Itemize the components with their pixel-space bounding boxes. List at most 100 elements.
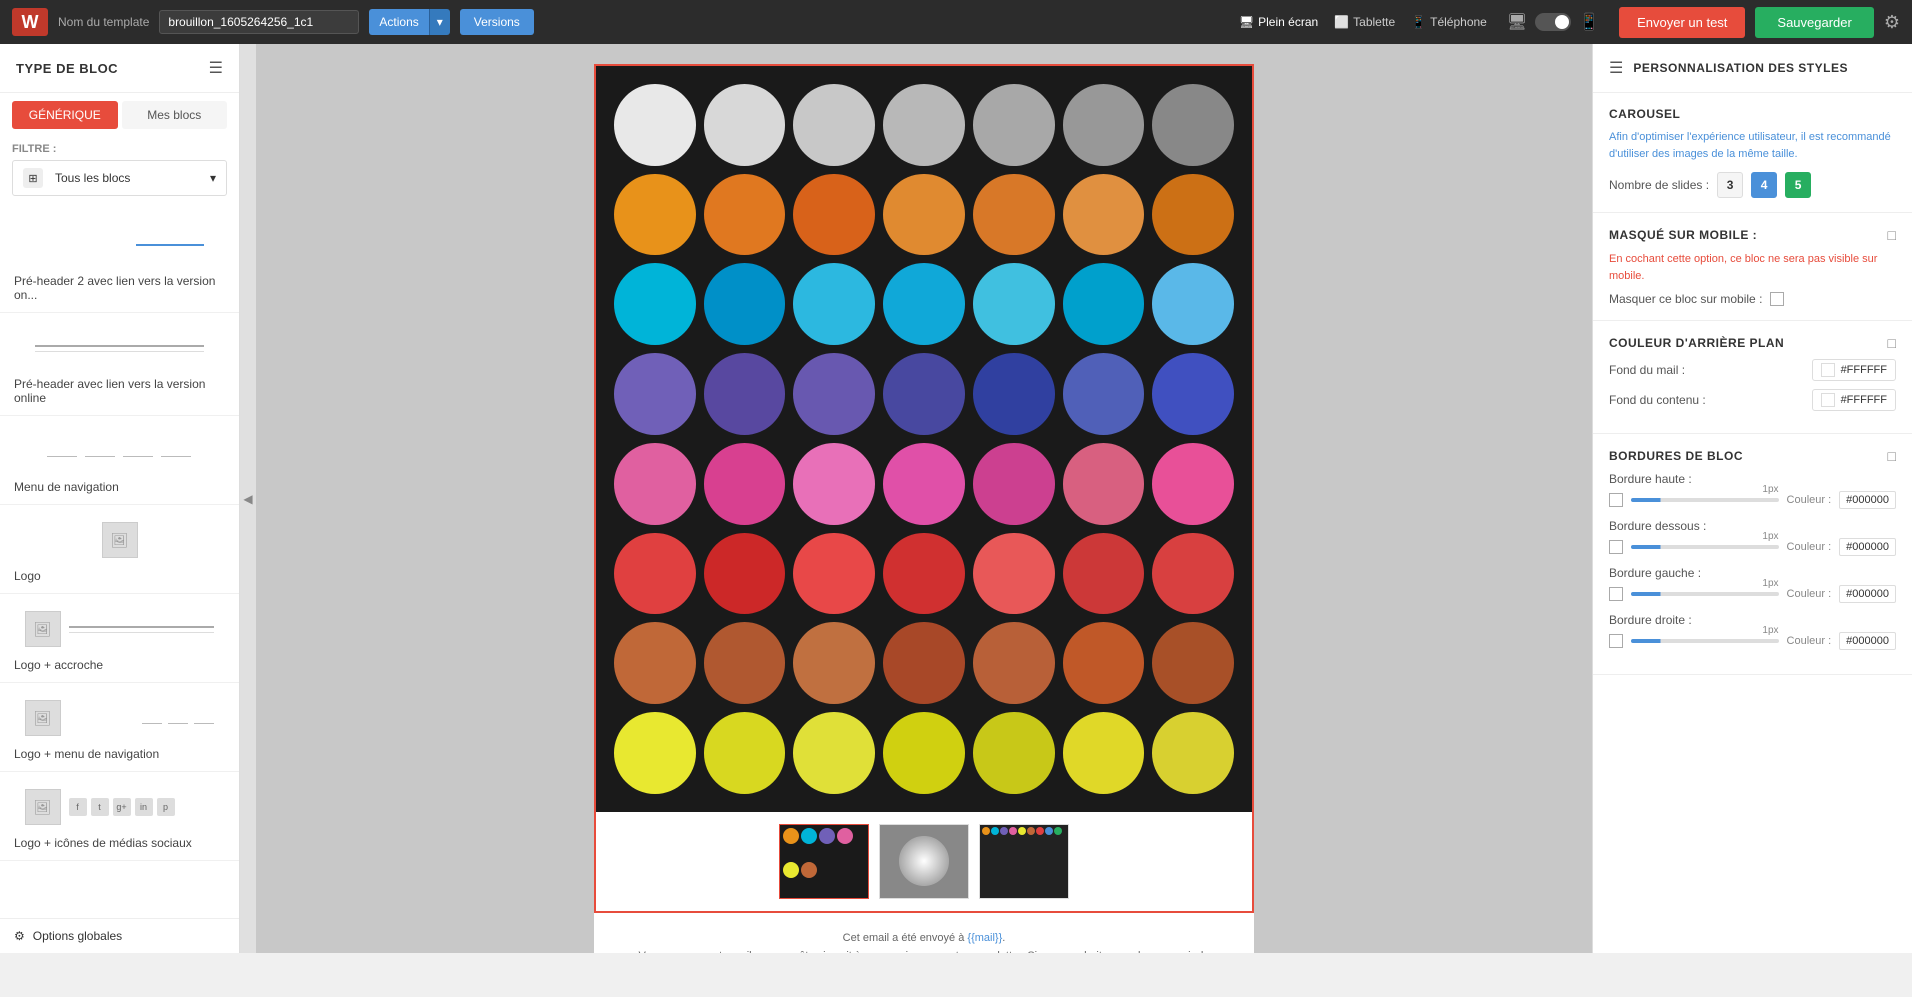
email-canvas: Cet email a été envoyé à {{mail}}. Vous …	[594, 64, 1254, 953]
bordure-droite-checkbox[interactable]	[1609, 634, 1623, 648]
social-icon-i: in	[135, 798, 153, 816]
masque-mobile-collapse-icon[interactable]: □	[1888, 227, 1896, 243]
bordure-gauche-checkbox[interactable]	[1609, 587, 1623, 601]
list-item[interactable]: 🖼 Logo + menu de navigation	[0, 683, 239, 772]
right-sidebar-menu-icon[interactable]: ☰	[1609, 58, 1623, 78]
canvas-area: Cet email a été envoyé à {{mail}}. Vous …	[256, 44, 1592, 953]
block-preview: 🖼 f t g+ in p	[14, 782, 225, 832]
masque-mobile-checkbox[interactable]	[1770, 292, 1784, 306]
bordure-haute-checkbox[interactable]	[1609, 493, 1623, 507]
carousel-section-title: CAROUSEL	[1609, 107, 1680, 121]
tablet-icon: ⬜	[1334, 15, 1349, 29]
block-preview: 🖼	[14, 604, 225, 654]
list-item[interactable]: 🖼 f t g+ in p Logo + icônes de médias so…	[0, 772, 239, 861]
preview-img-icon: 🖼	[25, 611, 61, 647]
bordure-dessous-couleur-label: Couleur :	[1787, 541, 1832, 553]
bordure-gauche-value: 1px	[1762, 578, 1778, 589]
actions-button[interactable]: Actions	[369, 9, 428, 35]
footer-mail-link[interactable]: {{mail}}	[967, 932, 1002, 944]
view-telephone[interactable]: 📱 Téléphone	[1411, 15, 1487, 29]
bordure-dessous-checkbox[interactable]	[1609, 540, 1623, 554]
save-button[interactable]: Sauvegarder	[1755, 7, 1873, 38]
device-desktop-icon[interactable]: 🖥	[1507, 12, 1527, 32]
section-bordures: BORDURES DE BLOC □ Bordure haute : 1px C…	[1593, 434, 1912, 675]
footer-text-1: Cet email a été envoyé à {{mail}}.	[614, 929, 1234, 948]
block-preview: 🖼	[14, 693, 225, 743]
sidebar-filter: FILTRE : ⊞ Tous les blocs ▾	[0, 137, 239, 206]
tab-generique[interactable]: GÉNÉRIQUE	[12, 101, 118, 129]
bordures-section-title: BORDURES DE BLOC	[1609, 449, 1743, 463]
list-item[interactable]: 🖼 Logo + accroche	[0, 594, 239, 683]
carousel-thumb-2[interactable]	[879, 824, 969, 899]
view-plein-ecran[interactable]: 🖥 Plein écran	[1239, 15, 1318, 29]
left-sidebar: TYPE DE BLOC ☰ GÉNÉRIQUE Mes blocs FILTR…	[0, 44, 240, 953]
view-tablette[interactable]: ⬜ Tablette	[1334, 15, 1395, 29]
slides-count-3-button[interactable]: 3	[1717, 172, 1743, 198]
list-item[interactable]: Menu de navigation	[0, 416, 239, 505]
carousel-thumb-3[interactable]	[979, 824, 1069, 899]
settings-button[interactable]: ⚙	[1884, 12, 1900, 33]
block-label: Logo	[14, 569, 225, 583]
device-mobile-icon[interactable]: 📱	[1579, 12, 1599, 32]
slides-count-row: Nombre de slides : 3 4 5	[1609, 172, 1896, 198]
fond-contenu-color-dot	[1821, 393, 1835, 407]
bordure-haute-slider[interactable]: 1px	[1631, 498, 1779, 502]
slides-count-5-button[interactable]: 5	[1785, 172, 1811, 198]
tab-mes-blocs[interactable]: Mes blocs	[122, 101, 228, 129]
carousel-info: Afin d'optimiser l'expérience utilisateu…	[1609, 129, 1896, 162]
fond-contenu-swatch[interactable]: #FFFFFF	[1812, 389, 1896, 411]
bordures-collapse-icon[interactable]: □	[1888, 448, 1896, 464]
bordure-dessous-label: Bordure dessous :	[1609, 519, 1896, 533]
list-item[interactable]: 🖼 Logo	[0, 505, 239, 594]
template-name-input[interactable]	[159, 10, 359, 34]
filter-icon: ⊞	[23, 168, 43, 188]
bordure-droite-color-value[interactable]: #000000	[1839, 632, 1896, 650]
sidebar-collapse-handle[interactable]: ◀	[240, 44, 256, 953]
block-label: Pré-header avec lien vers la version onl…	[14, 377, 225, 405]
bordure-droite-value: 1px	[1762, 625, 1778, 636]
bordure-gauche-color-value[interactable]: #000000	[1839, 585, 1896, 603]
bordure-gauche-label: Bordure gauche :	[1609, 566, 1896, 580]
preview-img-icon: 🖼	[25, 789, 61, 825]
bordure-droite-slider[interactable]: 1px	[1631, 639, 1779, 643]
couleur-collapse-icon[interactable]: □	[1888, 335, 1896, 351]
fond-mail-swatch[interactable]: #FFFFFF	[1812, 359, 1896, 381]
preview-img-icon: 🖼	[25, 700, 61, 736]
bordure-droite-row: Bordure droite : 1px Couleur : #000000	[1609, 613, 1896, 650]
filter-select[interactable]: ⊞ Tous les blocs ▾	[12, 160, 227, 196]
social-icon-p: p	[157, 798, 175, 816]
device-toggle[interactable]	[1535, 13, 1571, 31]
bordure-dessous-color-value[interactable]: #000000	[1839, 538, 1896, 556]
fond-contenu-row: Fond du contenu : #FFFFFF	[1609, 389, 1896, 411]
versions-button[interactable]: Versions	[460, 9, 534, 35]
carousel-block[interactable]	[594, 64, 1254, 913]
masque-mobile-row: Masquer ce bloc sur mobile :	[1609, 292, 1896, 306]
social-icon-g: g+	[113, 798, 131, 816]
slides-count-label: Nombre de slides :	[1609, 178, 1709, 192]
bordure-haute-row: Bordure haute : 1px Couleur : #000000	[1609, 472, 1896, 509]
section-carousel: CAROUSEL Afin d'optimiser l'expérience u…	[1593, 93, 1912, 213]
block-label: Logo + icônes de médias sociaux	[14, 836, 225, 850]
list-item[interactable]: Pré-header 2 avec lien vers la version o…	[0, 210, 239, 313]
list-item[interactable]: Pré-header avec lien vers la version onl…	[0, 313, 239, 416]
bordure-droite-couleur-label: Couleur :	[1787, 635, 1832, 647]
bordure-haute-color-value[interactable]: #000000	[1839, 491, 1896, 509]
bordure-gauche-slider[interactable]: 1px	[1631, 592, 1779, 596]
sidebar-menu-icon[interactable]: ☰	[209, 58, 223, 78]
slides-count-4-button[interactable]: 4	[1751, 172, 1777, 198]
options-globales-button[interactable]: ⚙ Options globales	[0, 918, 239, 953]
filter-label: FILTRE :	[12, 143, 227, 155]
bordure-dessous-slider[interactable]: 1px	[1631, 545, 1779, 549]
options-globales-label: Options globales	[33, 929, 122, 943]
sidebar-tabs: GÉNÉRIQUE Mes blocs	[0, 93, 239, 137]
send-test-button[interactable]: Envoyer un test	[1619, 7, 1745, 38]
bordure-haute-label: Bordure haute :	[1609, 472, 1896, 486]
carousel-thumb-1[interactable]	[779, 824, 869, 899]
actions-dropdown-button[interactable]: ▾	[429, 9, 450, 35]
fond-mail-value: #FFFFFF	[1841, 364, 1887, 376]
fond-mail-label: Fond du mail :	[1609, 363, 1685, 377]
block-preview	[14, 426, 225, 476]
fond-contenu-value: #FFFFFF	[1841, 394, 1887, 406]
bordure-haute-value: 1px	[1762, 484, 1778, 495]
block-preview	[14, 323, 225, 373]
